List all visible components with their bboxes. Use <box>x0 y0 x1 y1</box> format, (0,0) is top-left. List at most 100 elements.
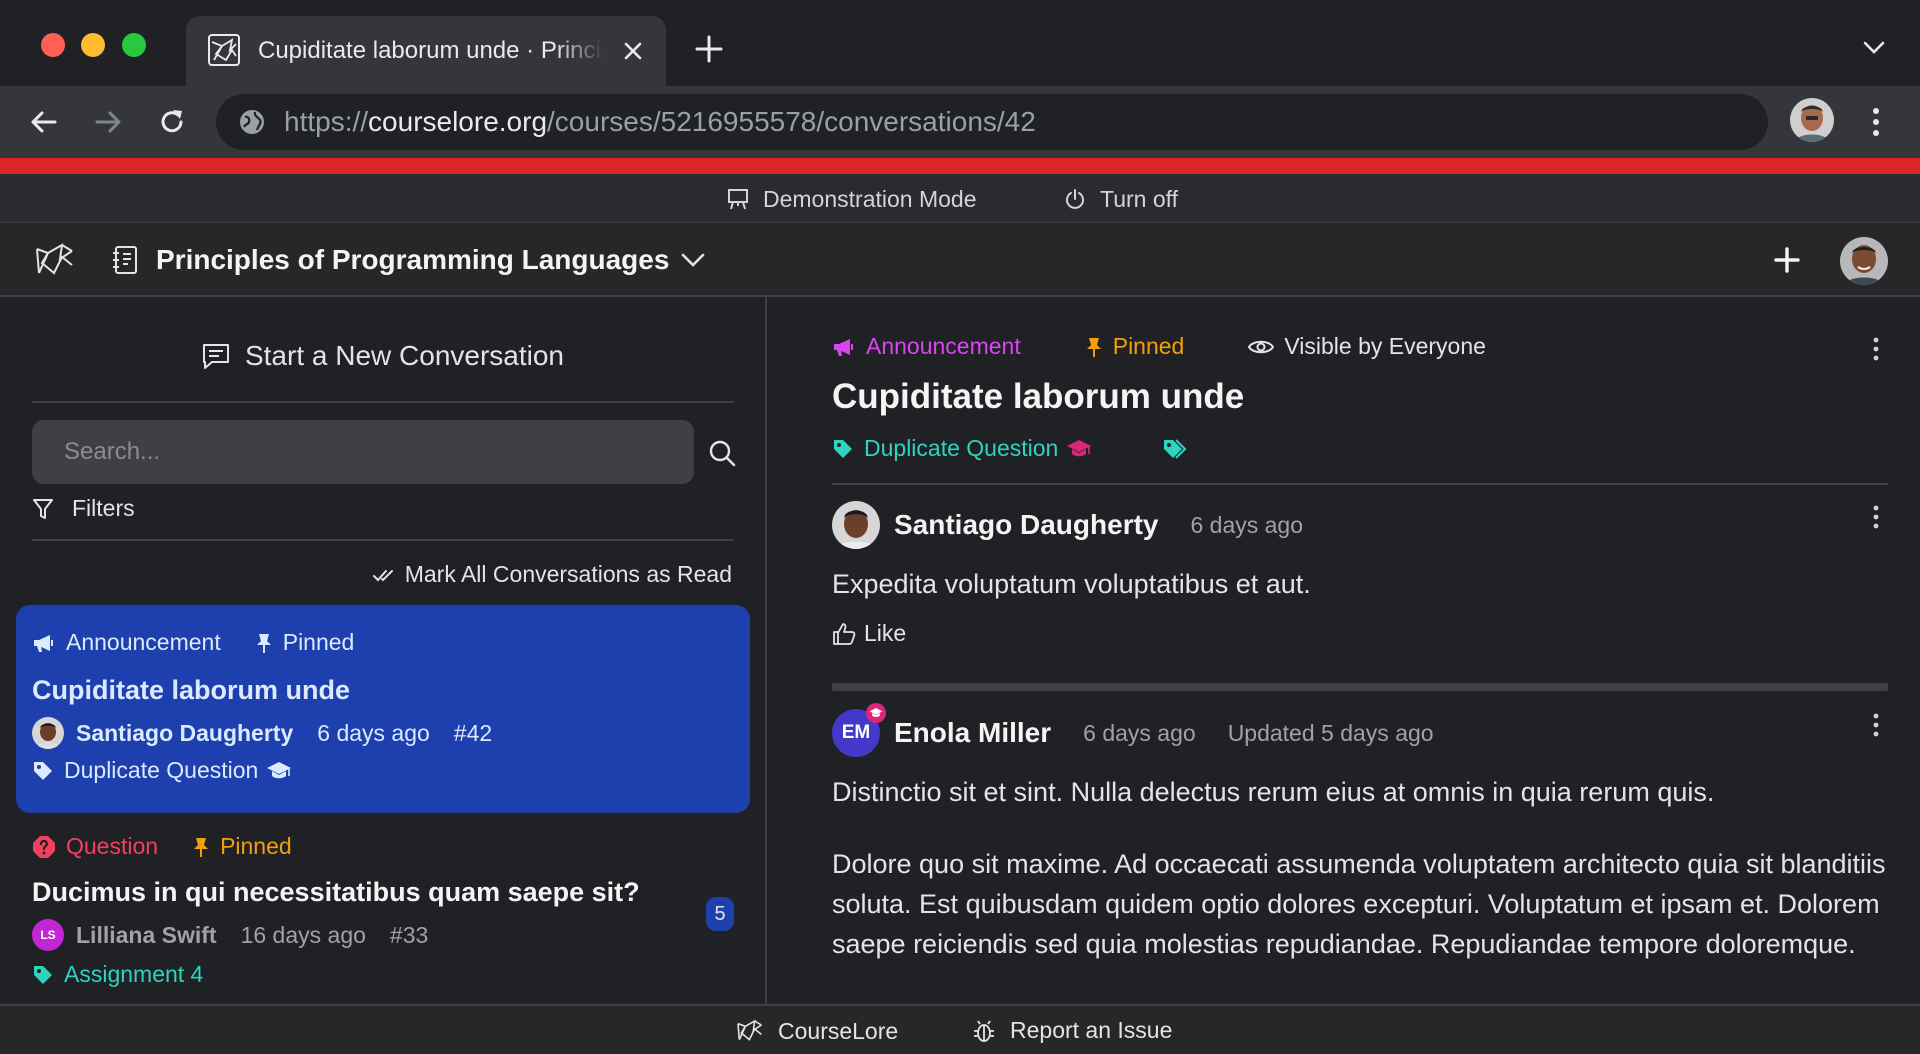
app-header: Principles of Programming Languages <box>0 223 1920 297</box>
message-header: Santiago Daugherty 6 days ago <box>832 501 1335 549</box>
courselore-link[interactable]: CourseLore <box>736 1017 898 1045</box>
search-field[interactable] <box>32 420 694 484</box>
conversation-badges: Announcement Pinned Visible by Everyone <box>832 333 1550 360</box>
courselore-favicon-icon <box>208 34 240 66</box>
demonstration-bar: Demonstration Mode Turn off <box>0 174 1920 223</box>
conversations-sidebar: Start a New Conversation Filters Mark Al… <box>0 297 767 1004</box>
user-avatar[interactable] <box>1840 237 1888 285</box>
chat-square-text-icon <box>202 344 229 369</box>
pinned-badge: Pinned <box>255 629 354 656</box>
course-switcher[interactable]: Principles of Programming Languages <box>156 243 669 277</box>
megaphone-icon <box>834 338 853 356</box>
mortarboard-icon <box>869 708 883 717</box>
conversation-item-active[interactable]: Announcement Pinned Cupiditate laborum u… <box>16 605 750 813</box>
power-icon <box>1066 189 1084 209</box>
divider <box>32 401 734 403</box>
courselore-logo-icon <box>737 1019 762 1041</box>
message-updated: Updated 5 days ago <box>1227 719 1434 746</box>
staff-badge <box>866 703 886 723</box>
message-paragraph: Distinctio sit et sint. Nulla delectus r… <box>832 777 1715 807</box>
browser-tab-bar: Cupiditate laborum unde · Principles of … <box>0 0 1920 86</box>
mortarboard-icon <box>267 761 292 778</box>
message-actions-icon[interactable] <box>1872 713 1880 737</box>
like-button[interactable]: Like <box>832 620 906 647</box>
mark-all-read-button[interactable]: Mark All Conversations as Read <box>372 561 732 588</box>
start-new-conversation-button[interactable]: Start a New Conversation <box>0 337 765 375</box>
conversation-author: LS Lilliana Swift 16 days ago #33 <box>32 919 428 951</box>
browser-profile-avatar[interactable] <box>1790 98 1834 142</box>
pinned-badge: Pinned <box>192 833 292 860</box>
message-actions-icon[interactable] <box>1872 505 1880 529</box>
report-issue-link[interactable]: Report an Issue <box>972 1017 1172 1044</box>
conversation-title: Ducimus in qui necessitatibus quam saepe… <box>32 877 640 907</box>
filters-toggle[interactable]: Filters <box>32 495 135 522</box>
turn-off-demo-button[interactable]: Turn off <box>1064 184 1178 214</box>
double-check-icon <box>372 569 393 581</box>
announcement-badge: Announcement <box>832 333 1021 360</box>
mortarboard-icon <box>1067 439 1092 456</box>
message-time: 6 days ago <box>1083 719 1196 746</box>
funnel-icon <box>33 498 53 519</box>
demonstration-mode-indicator[interactable]: Demonstration Mode <box>727 184 977 214</box>
back-arrow-icon[interactable] <box>28 106 60 138</box>
close-icon[interactable] <box>622 40 644 62</box>
globe-icon[interactable] <box>238 108 266 136</box>
message-paragraph: Dolore quo sit maxime. Ad occaecati assu… <box>832 849 1886 959</box>
search-input[interactable] <box>32 420 694 484</box>
eye-icon <box>1248 340 1275 353</box>
new-tab-plus-icon[interactable] <box>694 34 724 64</box>
pin-icon <box>256 633 271 653</box>
window-minimize-button[interactable] <box>81 33 105 57</box>
message-body: Expedita voluptatum voluptatibus et aut. <box>832 569 1311 599</box>
tab-title: Cupiditate laborum unde · Principles of … <box>258 37 604 64</box>
conversation-title: Cupiditate laborum unde <box>832 377 1245 416</box>
browser-menu-icon[interactable] <box>1864 106 1888 138</box>
demonstration-mode-stripe <box>0 158 1920 174</box>
tag-icon <box>834 439 852 458</box>
reload-icon[interactable] <box>156 106 188 138</box>
avatar: LS <box>32 919 64 951</box>
message-time: 6 days ago <box>1190 511 1304 538</box>
browser-tab-active[interactable]: Cupiditate laborum unde · Principles of … <box>186 16 666 86</box>
conversation-item[interactable]: Question Pinned Ducimus in qui necessita… <box>16 817 750 1004</box>
chevron-down-icon[interactable] <box>680 250 706 270</box>
address-bar[interactable]: https://courselore.org/courses/521695557… <box>216 94 1768 150</box>
easel-icon <box>728 189 748 210</box>
message-header: EM Enola Miller 6 days ago Updated 5 day… <box>832 703 1466 757</box>
unread-count-badge: 5 <box>706 897 734 931</box>
divider <box>832 483 1888 485</box>
browser-toolbar: https://courselore.org/courses/521695557… <box>0 86 1920 158</box>
pin-icon <box>1086 337 1101 357</box>
avatar <box>32 717 64 749</box>
chevron-down-icon[interactable] <box>1862 40 1886 56</box>
tag-icon <box>34 761 52 780</box>
avatar: EM <box>832 703 886 757</box>
app-footer: CourseLore Report an Issue <box>0 1004 1920 1054</box>
courselore-logo-icon[interactable] <box>34 239 76 281</box>
divider <box>32 539 734 541</box>
search-icon[interactable] <box>708 439 736 467</box>
tag-icon <box>34 965 52 984</box>
bug-icon <box>974 1020 994 1042</box>
message-separator <box>832 683 1888 691</box>
question-octagon-icon <box>33 835 55 858</box>
forward-arrow-icon[interactable] <box>92 106 124 138</box>
pinned-badge: Pinned <box>1085 333 1184 360</box>
conversation-actions-icon[interactable] <box>1872 337 1880 361</box>
tags-edit-icon[interactable] <box>1162 438 1188 460</box>
visibility-badge: Visible by Everyone <box>1248 333 1486 360</box>
megaphone-icon <box>34 634 53 652</box>
add-plus-icon[interactable] <box>1774 247 1800 273</box>
message-author: Enola Miller <box>894 717 1052 748</box>
conversation-tags: Duplicate Question <box>832 435 1198 462</box>
conversation-view: Announcement Pinned Visible by Everyone … <box>769 297 1920 1004</box>
conversation-author: Santiago Daugherty 6 days ago #42 <box>32 717 492 749</box>
message-author: Santiago Daugherty <box>894 509 1159 540</box>
conversation-tag: Assignment 4 <box>32 961 203 988</box>
window-close-button[interactable] <box>41 33 65 57</box>
window-zoom-button[interactable] <box>122 33 146 57</box>
tag-label[interactable]: Duplicate Question <box>864 435 1058 462</box>
question-badge: Question <box>32 833 158 860</box>
thumbs-up-icon <box>833 622 856 645</box>
journal-icon <box>113 246 137 274</box>
